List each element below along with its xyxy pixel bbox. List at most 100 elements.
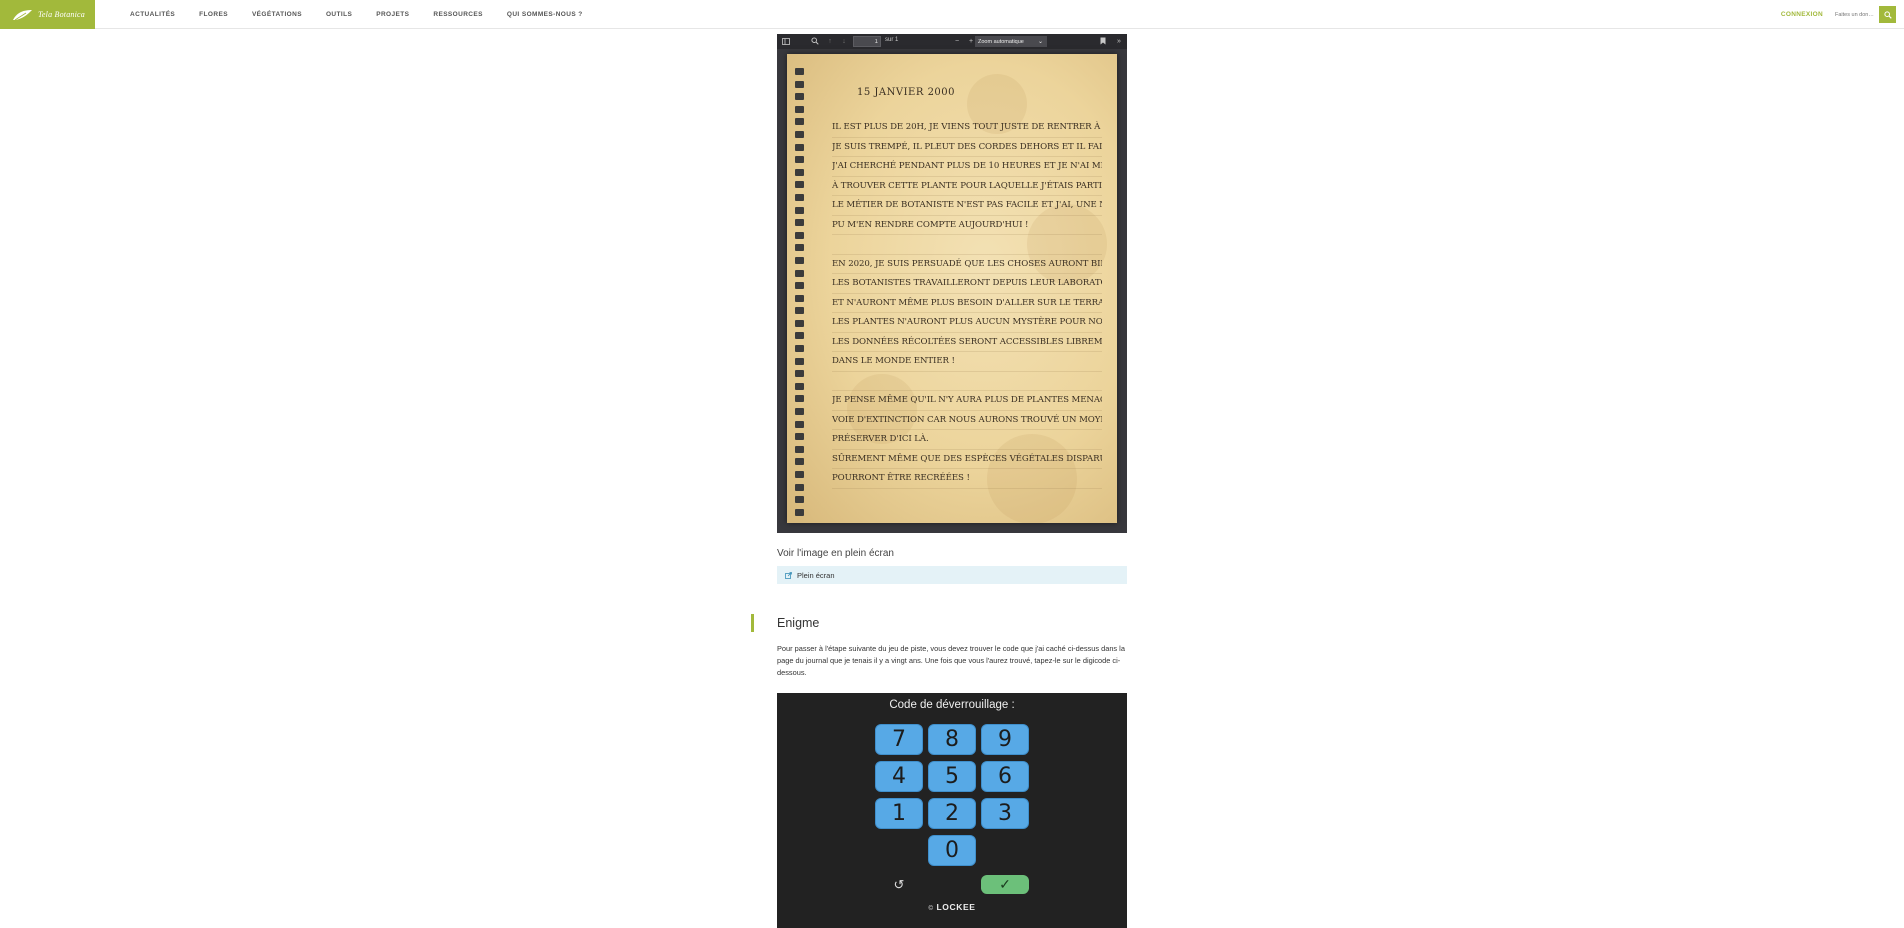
pdf-page-notebook: 15 JANVIER 2000 IL EST PLUS DE 20H, JE V… [787, 54, 1117, 523]
note-line: JE SUIS TREMPÉ, IL PLEUT DES CORDES DEHO… [832, 138, 1102, 157]
note-line: J'AI CHERCHÉ PENDANT PLUS DE 10 HEURES E… [832, 157, 1102, 177]
enigme-title: Enigme [777, 616, 820, 630]
note-line: LES PLANTES N'AURONT PLUS AUCUN MYSTÈRE … [832, 313, 1102, 333]
spiral-hole [795, 408, 804, 416]
previous-page-icon[interactable]: ↑ [825, 36, 835, 46]
fullscreen-button-label: Plein écran [797, 570, 835, 580]
spiral-hole [795, 269, 804, 277]
spiral-hole [795, 345, 804, 353]
spiral-hole [795, 319, 804, 327]
validate-button[interactable]: ✓ [981, 875, 1029, 894]
note-line: DANS LE MONDE ENTIER ! [832, 352, 1102, 372]
zoom-out-icon[interactable]: − [952, 36, 962, 46]
key-6[interactable]: 6 [981, 761, 1029, 792]
spiral-hole [795, 181, 804, 189]
spiral-hole [795, 219, 804, 227]
note-blank-line [832, 235, 1102, 255]
copyright-icon: © [928, 906, 934, 912]
lockee-logo: LOCKEE [936, 902, 976, 912]
spiral-hole [795, 395, 804, 403]
spiral-hole [795, 382, 804, 390]
fullscreen-button[interactable]: Plein écran [777, 566, 1127, 584]
spiral-hole [795, 118, 804, 126]
pdf-viewer: ↑ ↓ sur 1 − + Zoom automatique ⌄ » 15 JA… [777, 34, 1127, 533]
search-button[interactable] [1879, 6, 1896, 23]
spiral-hole [795, 68, 804, 75]
spiral-hole [795, 357, 804, 365]
page-count: sur 1 [885, 37, 899, 43]
spiral-hole [795, 130, 804, 138]
lockee-brand: © LOCKEE [777, 902, 1127, 912]
next-page-icon[interactable]: ↓ [839, 36, 849, 46]
note-line: LES DONNÉES RÉCOLTÉES SERONT ACCESSIBLES… [832, 333, 1102, 352]
note-line: POURRONT ÊTRE RECRÉÉES ! [832, 469, 1102, 489]
key-9[interactable]: 9 [981, 724, 1029, 755]
key-3[interactable]: 3 [981, 798, 1029, 829]
spiral-hole [795, 105, 804, 113]
spiral-hole [795, 80, 804, 88]
spiral-hole [795, 332, 804, 340]
menu-item-qui-sommes-nous[interactable]: QUI SOMMES-NOUS ? [507, 11, 583, 18]
key-2[interactable]: 2 [928, 798, 976, 829]
note-line: IL EST PLUS DE 20H, JE VIENS TOUT JUSTE … [832, 118, 1102, 138]
reset-icon[interactable]: ↺ [891, 877, 907, 893]
spiral-hole [795, 231, 804, 239]
spiral-hole [795, 307, 804, 315]
note-line: À TROUVER CETTE PLANTE POUR LAQUELLE J'É… [832, 177, 1102, 196]
section-accent-bar [751, 614, 754, 632]
main-menu: ACTUALITÉS FLORES VÉGÉTATIONS OUTILS PRO… [130, 0, 607, 29]
key-4[interactable]: 4 [875, 761, 923, 792]
spiral-hole [795, 471, 804, 478]
spiral-hole [795, 168, 804, 176]
note-line: VOIE D'EXTINCTION CAR NOUS AURONS TROUVÉ… [832, 411, 1102, 430]
spiral-hole [795, 256, 804, 264]
lockee-keypad: Code de déverrouillage : 7 8 9 4 5 6 1 2… [777, 693, 1127, 928]
zoom-select[interactable]: Zoom automatique ⌄ [975, 36, 1047, 47]
key-8[interactable]: 8 [928, 724, 976, 755]
menu-item-outils[interactable]: OUTILS [326, 11, 352, 18]
spiral-hole [795, 244, 804, 252]
search-input[interactable] [1835, 8, 1877, 21]
menu-item-ressources[interactable]: RESSOURCES [433, 11, 483, 18]
bookmark-icon[interactable] [1098, 36, 1108, 46]
menu-item-vegetations[interactable]: VÉGÉTATIONS [252, 11, 302, 18]
top-navigation: Tela Botanica ACTUALITÉS FLORES VÉGÉTATI… [0, 0, 1904, 29]
spiral-hole [795, 433, 804, 441]
note-line: LE MÉTIER DE BOTANISTE N'EST PAS FACILE … [832, 196, 1102, 216]
spiral-hole [795, 93, 804, 101]
key-5[interactable]: 5 [928, 761, 976, 792]
menu-item-actualites[interactable]: ACTUALITÉS [130, 11, 175, 18]
menu-item-flores[interactable]: FLORES [199, 11, 228, 18]
menu-item-projets[interactable]: PROJETS [376, 11, 409, 18]
key-1[interactable]: 1 [875, 798, 923, 829]
spiral-hole [795, 496, 804, 504]
connexion-link[interactable]: CONNEXION [1781, 11, 1823, 18]
logo-text: Tela Botanica [38, 10, 85, 19]
note-date: 15 JANVIER 2000 [857, 87, 956, 98]
spiral-hole [795, 445, 804, 453]
unlock-code-title: Code de déverrouillage : [889, 699, 1015, 711]
fullscreen-label: Voir l'image en plein écran [777, 548, 894, 559]
note-line: SÛREMENT MÊME QUE DES ESPÈCES VÉGÉTALES … [832, 450, 1102, 469]
spiral-hole [795, 420, 804, 428]
key-0[interactable]: 0 [928, 835, 976, 866]
key-7[interactable]: 7 [875, 724, 923, 755]
note-line: JE PENSE MÊME QU'IL N'Y AURA PLUS DE PLA… [832, 391, 1102, 411]
sidebar-toggle-icon[interactable] [781, 36, 791, 46]
site-logo[interactable]: Tela Botanica [0, 0, 95, 29]
spiral-hole [795, 156, 804, 164]
zoom-select-value: Zoom automatique [978, 38, 1024, 45]
spiral-hole [795, 458, 804, 466]
enigme-text: Pour passer à l'étape suivante du jeu de… [777, 644, 1125, 678]
leaf-logo-icon [12, 8, 34, 22]
tools-menu-icon[interactable]: » [1114, 36, 1124, 46]
spiral-hole [795, 370, 804, 378]
page-number-input[interactable] [853, 36, 881, 47]
spiral-hole [795, 483, 804, 491]
note-line: LES BOTANISTES TRAVAILLERONT DEPUIS LEUR… [832, 274, 1102, 294]
search-icon [1883, 10, 1892, 19]
note-line: PRÉSERVER D'ICI LÀ. [832, 430, 1102, 450]
notebook-spiral [795, 68, 804, 518]
find-icon[interactable] [810, 36, 820, 46]
spiral-hole [795, 294, 804, 302]
